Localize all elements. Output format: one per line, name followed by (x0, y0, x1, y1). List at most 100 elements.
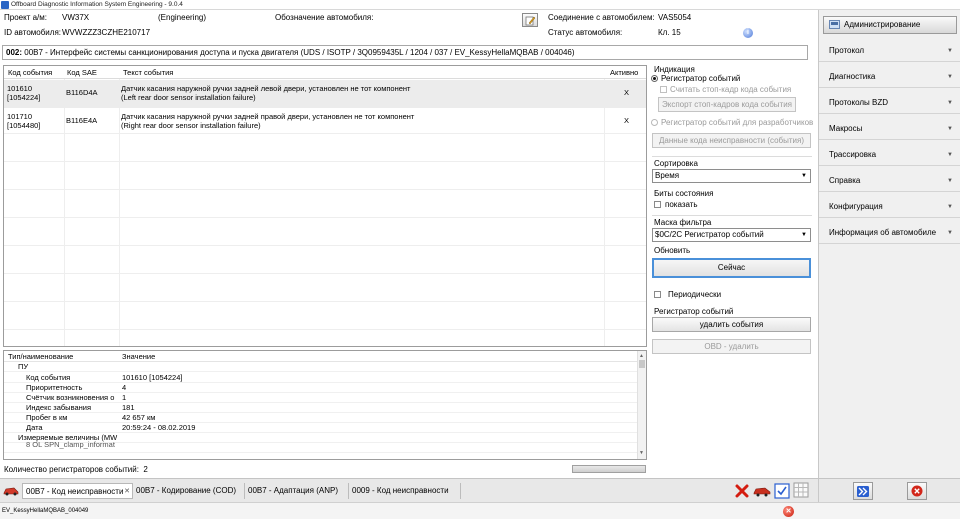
detail-name: Пробег в км (26, 413, 68, 422)
show-status-bits-checkbox[interactable] (654, 201, 661, 208)
recorder-count-label: Количество регистраторов событий: (4, 465, 139, 474)
sidebar-item-macros[interactable]: Макросы ▼ (819, 118, 960, 140)
header-sae-code[interactable]: Код SAE (67, 68, 97, 77)
event-table-header: Код события Код SAE Текст события Активн… (4, 66, 646, 79)
chevron-down-icon: ▼ (947, 48, 953, 54)
delete-x-icon[interactable] (735, 484, 749, 498)
detail-row[interactable]: Индекс забывания 181 (4, 403, 638, 413)
detail-row[interactable]: Дата 20:59:24 - 08.02.2019 (4, 423, 638, 433)
app-icon (1, 1, 9, 9)
header-active[interactable]: Активно (610, 68, 638, 77)
table-row[interactable]: 101610 [1054224] B116D4A Датчик касания … (4, 80, 646, 108)
sidebar-item-bzd-protocols[interactable]: Протоколы BZD ▼ (819, 92, 960, 114)
detail-row[interactable]: Пробег в км 42 657 км (4, 413, 638, 423)
chevron-down-icon: ▼ (947, 100, 953, 106)
event-recorder-radio[interactable] (651, 75, 658, 82)
sidebar-item-diagnostics[interactable]: Диагностика ▼ (819, 66, 960, 88)
error-icon[interactable]: ✕ (783, 506, 794, 517)
event-text: Датчик касания наружной ручки задней пра… (121, 112, 415, 121)
obd-delete-button[interactable]: OBD - удалить (652, 339, 811, 354)
dev-event-recorder-radio[interactable] (651, 119, 658, 126)
detail-name: 8 OL SPN_clamp_informat (26, 440, 115, 449)
ecu-description: 00B7 - Интерфейс системы санкционировани… (22, 48, 575, 57)
header-event-text[interactable]: Текст события (123, 68, 173, 77)
administration-button[interactable]: Администрирование (823, 16, 957, 34)
event-code-dec: [1054224] (7, 93, 41, 102)
vin-value: WVWZZZ3CZHE210717 (62, 28, 151, 37)
export-freeze-frames-button[interactable]: Экспорт стоп-кадров кода события (658, 97, 796, 112)
close-icon[interactable]: ✕ (124, 484, 130, 500)
periodic-label: Периодически (668, 290, 722, 299)
read-freeze-frame-checkbox[interactable] (660, 86, 667, 93)
detail-group[interactable]: ПУ (4, 362, 638, 372)
header-event-code[interactable]: Код события (8, 68, 52, 77)
administration-label: Администрирование (844, 20, 921, 29)
forward-button[interactable] (853, 482, 873, 500)
recorder-count-value: 2 (143, 465, 148, 474)
filter-mask-label: Маска фильтра (654, 218, 712, 227)
tab-coding-00b7[interactable]: 00B7 - Кодирование (COD) (133, 483, 245, 499)
connection-value: VAS5054 (658, 13, 692, 22)
event-recorder-section-label: Регистратор событий (654, 307, 734, 316)
sort-select[interactable]: Время ▼ (652, 169, 811, 183)
detail-row[interactable]: Код события 101610 [1054224] (4, 373, 638, 383)
event-table: Код события Код SAE Текст события Активн… (3, 65, 647, 347)
event-recorder-label: Регистратор событий (661, 74, 741, 83)
sae-code: B116D4A (66, 88, 98, 97)
tab-fault-codes-0009[interactable]: 0009 - Код неисправности (349, 483, 461, 499)
edit-icon (525, 16, 536, 26)
vehicle-designation-label: Обозначение автомобиля: (275, 13, 374, 22)
detail-value: 42 657 км (122, 413, 156, 422)
header-name: Тип/наименование (8, 352, 74, 361)
sidebar-item-help[interactable]: Справка ▼ (819, 170, 960, 192)
chevron-down-icon: ▼ (947, 178, 953, 184)
grid-icon[interactable] (793, 482, 809, 498)
details-scrollbar[interactable]: ▲ ▼ (637, 351, 646, 459)
car-icon[interactable] (3, 486, 19, 496)
sidebar-item-trace[interactable]: Трассировка ▼ (819, 144, 960, 166)
window-title: Offboard Diagnostic Information System E… (11, 1, 183, 8)
scroll-down-icon[interactable]: ▼ (639, 449, 644, 458)
filter-mask-select[interactable]: $0C/2C Регистратор событий ▼ (652, 228, 811, 242)
group-label: ПУ (18, 362, 29, 371)
sidebar-item-protocol[interactable]: Протокол ▼ (819, 40, 960, 62)
admin-icon (829, 20, 840, 29)
divider (652, 156, 812, 157)
edit-vehicle-button[interactable] (522, 13, 538, 27)
fault-code-data-button[interactable]: Данные кода неисправности (события) (652, 133, 811, 148)
detail-name: Приоритетность (26, 383, 83, 392)
detail-row[interactable]: 8 OL SPN_clamp_informat (4, 440, 638, 453)
recorder-count: Количество регистраторов событий: 2 (4, 465, 148, 475)
sidebar-item-label: Протокол (829, 46, 865, 55)
sidebar-item-vehicle-info[interactable]: Информация об автомобиле ▼ (819, 222, 960, 244)
sidebar-item-label: Информация об автомобиле (829, 228, 937, 237)
detail-value: 20:59:24 - 08.02.2019 (122, 423, 196, 432)
info-icon[interactable]: i (743, 28, 753, 38)
car-tool-icon[interactable] (753, 486, 771, 497)
detail-row[interactable]: Счётчик возникновения о 1 (4, 393, 638, 403)
tab-fault-codes-00b7[interactable]: 00B7 - Код неисправности ✕ (22, 483, 133, 499)
vin-label: ID автомобиля: (4, 28, 61, 37)
tab-label: 0009 - Код неисправности (352, 486, 449, 495)
chevron-down-icon: ▼ (947, 152, 953, 158)
detail-name: Счётчик возникновения о (26, 393, 115, 402)
event-text-en: (Left rear door sensor installation fail… (121, 93, 256, 102)
detail-name: Дата (26, 423, 43, 432)
detail-row[interactable]: Приоритетность 4 (4, 383, 638, 393)
tab-adaptation-00b7[interactable]: 00B7 - Адаптация (ANP) (245, 483, 349, 499)
event-code: 101710 (7, 112, 33, 121)
scroll-thumb[interactable] (639, 360, 645, 368)
periodic-checkbox[interactable] (654, 291, 661, 298)
title-bar: Offboard Diagnostic Information System E… (0, 0, 960, 10)
refresh-now-button[interactable]: Сейчас (652, 258, 811, 278)
sidebar-item-label: Диагностика (829, 72, 876, 81)
close-session-button[interactable] (907, 482, 927, 500)
dev-event-recorder-label: Регистратор событий для разработчиков (661, 118, 814, 127)
sidebar-item-label: Протоколы BZD (829, 98, 888, 107)
delete-events-button[interactable]: удалить события (652, 317, 811, 332)
table-row[interactable]: 101710 [1054480] B116E4A Датчик касания … (4, 108, 646, 136)
checklist-icon[interactable] (774, 483, 790, 499)
sidebar-item-configuration[interactable]: Конфигурация ▼ (819, 196, 960, 218)
active-flag: X (624, 88, 630, 97)
sidebar-item-label: Справка (829, 176, 861, 185)
